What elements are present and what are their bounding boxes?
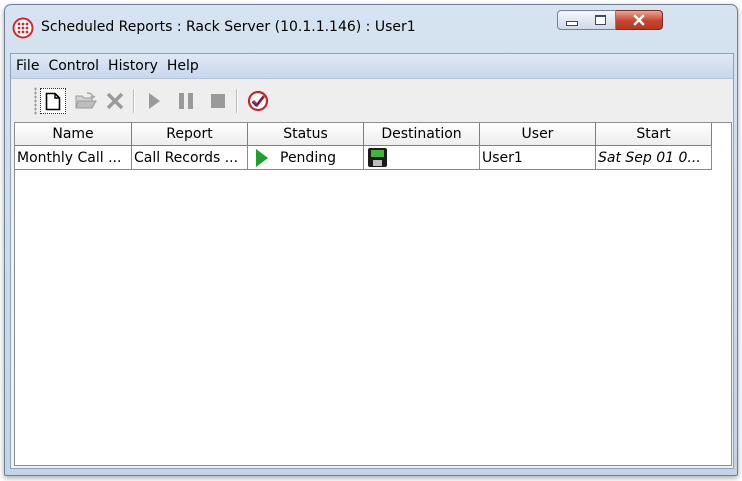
play-icon xyxy=(149,93,160,109)
menu-bar: File Control History Help xyxy=(11,54,733,79)
toolbar-separator xyxy=(133,89,135,113)
column-header-report[interactable]: Report xyxy=(132,123,248,146)
cell-status: Pending xyxy=(248,146,364,170)
close-icon xyxy=(633,14,645,26)
pause-button[interactable] xyxy=(173,88,199,114)
delete-button[interactable] xyxy=(102,88,128,114)
toolbar xyxy=(11,79,733,122)
client-area: File Control History Help Name Report St… xyxy=(10,53,734,469)
cell-destination xyxy=(364,146,480,170)
column-header-user[interactable]: User xyxy=(480,123,596,146)
menu-file[interactable]: File xyxy=(12,58,43,74)
pending-play-icon xyxy=(256,148,268,167)
open-folder-icon xyxy=(75,92,97,109)
column-header-destination[interactable]: Destination xyxy=(364,123,480,146)
cell-start: Sat Sep 01 0... xyxy=(596,146,712,170)
toolbar-separator xyxy=(236,89,238,113)
table-header: Name Report Status Destination User Star… xyxy=(15,123,712,146)
menu-help[interactable]: Help xyxy=(163,58,203,74)
column-header-status[interactable]: Status xyxy=(248,123,364,146)
cell-user: User1 xyxy=(480,146,596,170)
new-report-button[interactable] xyxy=(40,88,66,114)
status-text: Pending xyxy=(280,149,336,166)
close-button[interactable] xyxy=(616,10,663,30)
cell-name: Monthly Call ... xyxy=(15,146,132,170)
stop-button[interactable] xyxy=(205,88,231,114)
title-bar[interactable]: Scheduled Reports : Rack Server (10.1.1.… xyxy=(5,5,737,49)
cell-report: Call Records ... xyxy=(132,146,248,170)
column-header-name[interactable]: Name xyxy=(15,123,132,146)
stop-icon xyxy=(211,94,225,108)
floppy-disk-icon xyxy=(368,148,387,167)
minimize-button[interactable] xyxy=(557,10,587,30)
start-button[interactable] xyxy=(141,88,167,114)
pause-icon xyxy=(179,93,193,109)
column-header-start[interactable]: Start xyxy=(596,123,712,146)
menu-history[interactable]: History xyxy=(104,58,162,74)
minimize-icon xyxy=(566,20,578,26)
check-circle-icon xyxy=(247,90,269,112)
reports-table: Name Report Status Destination User Star… xyxy=(14,122,732,466)
table-row[interactable]: Monthly Call ... Call Records ... Pendin… xyxy=(15,146,712,170)
new-document-icon xyxy=(45,92,61,110)
maximize-button[interactable] xyxy=(586,10,616,30)
app-icon xyxy=(12,17,34,39)
window-title: Scheduled Reports : Rack Server (10.1.1.… xyxy=(41,19,416,35)
open-button[interactable] xyxy=(73,88,99,114)
check-schedule-button[interactable] xyxy=(245,88,271,114)
app-window: Scheduled Reports : Rack Server (10.1.1.… xyxy=(4,4,738,476)
toolbar-grip[interactable] xyxy=(34,87,37,115)
maximize-icon xyxy=(595,15,606,25)
delete-icon xyxy=(106,92,124,110)
menu-control[interactable]: Control xyxy=(44,58,103,74)
